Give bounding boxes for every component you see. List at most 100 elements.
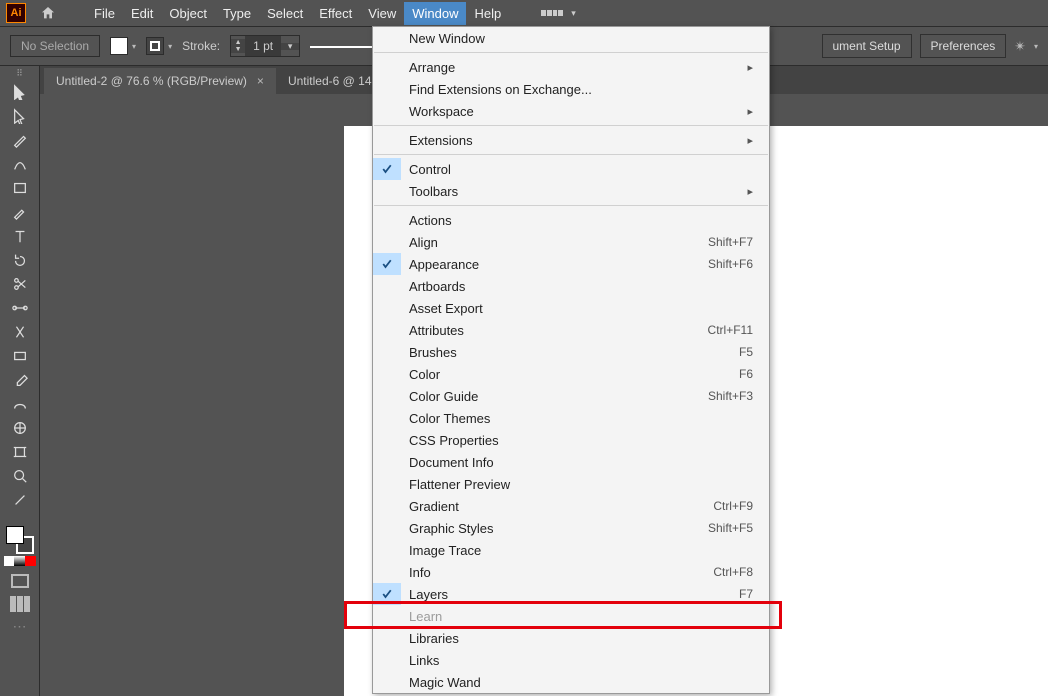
menu-object[interactable]: Object <box>161 2 215 25</box>
submenu-arrow-icon: ▸ <box>747 134 753 147</box>
fill-stroke-swatch[interactable] <box>6 526 34 554</box>
submenu-arrow-icon: ▸ <box>747 105 753 118</box>
color-mode-row[interactable] <box>4 556 36 566</box>
menu-item-align[interactable]: AlignShift+F7 <box>373 231 769 253</box>
menu-item-arrange[interactable]: Arrange▸ <box>373 56 769 78</box>
tool-free-transform[interactable] <box>0 320 40 344</box>
menu-edit[interactable]: Edit <box>123 2 161 25</box>
menu-item-toolbars[interactable]: Toolbars ▸ <box>373 180 769 202</box>
tool-paintbrush[interactable] <box>0 200 40 224</box>
chevron-down-icon[interactable]: ▾ <box>571 8 576 19</box>
tool-width[interactable] <box>0 296 40 320</box>
menu-item-magic-wand[interactable]: Magic Wand <box>373 671 769 693</box>
tool-type[interactable] <box>0 224 40 248</box>
menu-item-workspace[interactable]: Workspace ▸ <box>373 100 769 122</box>
menu-item-appearance[interactable]: AppearanceShift+F6 <box>373 253 769 275</box>
menu-item-label: Workspace <box>409 104 474 119</box>
tool-rectangle[interactable] <box>0 176 40 200</box>
menu-item-layers[interactable]: LayersF7 <box>373 583 769 605</box>
menu-item-graphic-styles[interactable]: Graphic Styles Shift+F5 <box>373 517 769 539</box>
menu-item-label: Graphic Styles <box>409 521 494 536</box>
menu-item-gradient[interactable]: GradientCtrl+F9 <box>373 495 769 517</box>
menu-item-extensions[interactable]: Extensions ▸ <box>373 129 769 151</box>
menu-item-label: Actions <box>409 213 452 228</box>
edit-mode-icon[interactable] <box>10 596 30 612</box>
menu-item-color-themes[interactable]: Color Themes <box>373 407 769 429</box>
tool-direct-selection[interactable] <box>0 104 40 128</box>
check-icon <box>373 583 401 605</box>
tool-curvature[interactable] <box>0 152 40 176</box>
tool-pen[interactable] <box>0 128 40 152</box>
menu-help[interactable]: Help <box>466 2 509 25</box>
stroke-swatch[interactable] <box>146 37 164 55</box>
menu-item-libraries[interactable]: Libraries <box>373 627 769 649</box>
close-icon[interactable]: × <box>257 74 264 88</box>
menu-item-label: CSS Properties <box>409 433 499 448</box>
tool-slice[interactable] <box>0 488 40 512</box>
tool-gradient[interactable] <box>0 344 40 368</box>
workspace-switcher-icon[interactable] <box>541 4 563 22</box>
menu-item-control[interactable]: Control <box>373 158 769 180</box>
document-setup-button[interactable]: ument Setup <box>822 34 912 58</box>
menu-item-css-properties[interactable]: CSS Properties <box>373 429 769 451</box>
align-icon[interactable]: ✴ <box>1014 38 1026 55</box>
menu-effect[interactable]: Effect <box>311 2 360 25</box>
menu-item-color[interactable]: ColorF6 <box>373 363 769 385</box>
chevron-down-icon[interactable]: ▾ <box>168 42 172 51</box>
menu-item-artboards[interactable]: Artboards <box>373 275 769 297</box>
chevron-down-icon[interactable]: ▾ <box>1034 42 1038 51</box>
menu-item-info[interactable]: InfoCtrl+F8 <box>373 561 769 583</box>
tool-selection[interactable] <box>0 80 40 104</box>
preferences-button[interactable]: Preferences <box>920 34 1007 58</box>
menu-item-label: Brushes <box>409 345 457 360</box>
panel-grip-icon[interactable]: ⠿ <box>0 66 39 80</box>
tool-zoom[interactable] <box>0 464 40 488</box>
menu-item-shortcut: Shift+F5 <box>708 521 753 535</box>
menu-item-label: Links <box>409 653 439 668</box>
tool-scissors[interactable] <box>0 272 40 296</box>
menu-item-shortcut: Ctrl+F11 <box>708 323 753 337</box>
menu-item-label: Flattener Preview <box>409 477 510 492</box>
menu-item-learn: Learn <box>373 605 769 627</box>
menu-item-brushes[interactable]: BrushesF5 <box>373 341 769 363</box>
fill-swatch[interactable] <box>110 37 128 55</box>
menu-item-label: Asset Export <box>409 301 483 316</box>
menu-item-attributes[interactable]: AttributesCtrl+F11 <box>373 319 769 341</box>
document-tab[interactable]: Untitled-2 @ 76.6 % (RGB/Preview)× <box>44 68 276 94</box>
menu-file[interactable]: File <box>86 2 123 25</box>
menu-item-actions[interactable]: Actions <box>373 209 769 231</box>
stroke-weight-field[interactable]: ▲▼ 1 pt ▾ <box>230 35 300 57</box>
menu-item-document-info[interactable]: Document Info <box>373 451 769 473</box>
selection-indicator: No Selection <box>10 35 100 57</box>
chevron-down-icon[interactable]: ▾ <box>132 42 136 51</box>
menubar: Ai FileEditObjectTypeSelectEffectViewWin… <box>0 0 1048 26</box>
window-menu-dropdown: New Window Arrange▸Find Extensions on Exc… <box>372 26 770 694</box>
menu-select[interactable]: Select <box>259 2 311 25</box>
menu-type[interactable]: Type <box>215 2 259 25</box>
menu-item-find-extensions-on-exchange[interactable]: Find Extensions on Exchange... <box>373 78 769 100</box>
tool-symbol-sprayer[interactable] <box>0 416 40 440</box>
app-icon[interactable]: Ai <box>6 3 26 23</box>
menu-item-asset-export[interactable]: Asset Export <box>373 297 769 319</box>
screen-mode-icon[interactable] <box>11 574 29 588</box>
menu-item-label: Color Guide <box>409 389 478 404</box>
home-icon[interactable] <box>38 3 58 23</box>
menu-item-shortcut: Shift+F6 <box>708 257 753 271</box>
menu-item-label: Extensions <box>409 133 473 148</box>
tool-eyedropper[interactable] <box>0 368 40 392</box>
stroke-style-preview[interactable] <box>310 46 374 48</box>
menu-item-label: Artboards <box>409 279 465 294</box>
tool-blend[interactable] <box>0 392 40 416</box>
menu-item-image-trace[interactable]: Image Trace <box>373 539 769 561</box>
tool-artboard[interactable] <box>0 440 40 464</box>
menu-item-label: Control <box>409 162 451 177</box>
menu-item-links[interactable]: Links <box>373 649 769 671</box>
menu-item-flattener-preview[interactable]: Flattener Preview <box>373 473 769 495</box>
menu-item-color-guide[interactable]: Color GuideShift+F3 <box>373 385 769 407</box>
menu-item-label: Toolbars <box>409 184 458 199</box>
menu-item-new-window[interactable]: New Window <box>373 27 769 49</box>
menu-window[interactable]: Window <box>404 2 466 25</box>
menu-view[interactable]: View <box>360 2 404 25</box>
submenu-arrow-icon: ▸ <box>747 185 753 198</box>
tool-rotate[interactable] <box>0 248 40 272</box>
